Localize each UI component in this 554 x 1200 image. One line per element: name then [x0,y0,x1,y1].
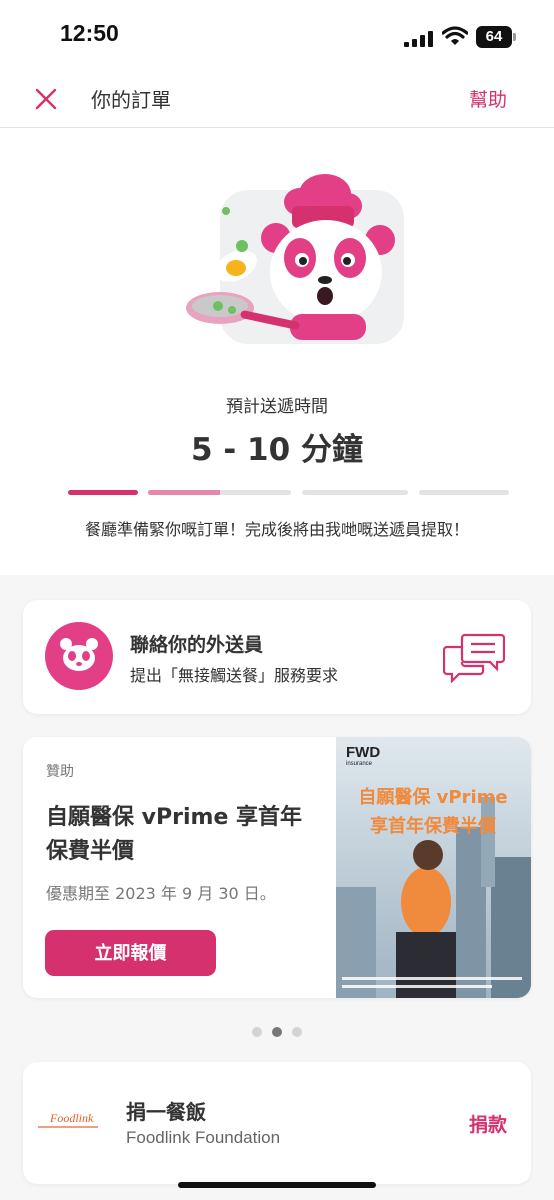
ad-image-headline-2: 享首年保費半價 [370,815,497,837]
panda-icon [60,638,98,671]
nav-bar: 你的訂單 幫助 [0,70,554,128]
progress-segment-1 [68,490,138,495]
sponsored-ad-card[interactable]: 贊助 自願醫保 vPrime 享首年保費半價 優惠期至 2023 年 9 月 3… [23,737,531,998]
ad-image[interactable]: FWD insurance 自願醫保 vPrime 享首年保費半價 [336,737,531,998]
carousel-dot-1[interactable] [252,1027,262,1037]
carousel-pagination [0,1022,554,1041]
carousel-dot-2[interactable] [272,1027,282,1037]
ad-image-headline-1: 自願醫保 vPrime [358,786,507,808]
fwd-logo-sub: insurance [346,761,373,767]
contact-subtitle: 提出「無接觸送餐」服務要求 [130,666,339,685]
progress-segment-2 [148,490,291,495]
contact-rider-card[interactable]: 聯絡你的外送員 提出「無接觸送餐」服務要求 [23,600,531,714]
chat-bubbles-icon [443,633,505,683]
ad-period: 優惠期至 2023 年 9 月 30 日。 [46,884,276,903]
eta-value: 5 - 10 分鐘 [191,432,363,468]
get-quote-button[interactable]: 立即報價 [45,930,216,976]
status-time: 12:50 [60,20,119,46]
contact-title: 聯絡你的外送員 [130,634,264,656]
carousel-dot-3[interactable] [292,1027,302,1037]
donation-card[interactable]: Foodlink 捐一餐飯 Foodlink Foundation 捐款 [23,1062,531,1184]
wifi-icon [442,26,468,45]
donation-title: 捐一餐飯 [126,1100,206,1124]
page-title: 你的訂單 [91,88,171,112]
progress-segment-3 [302,490,408,495]
eta-message: 餐廳準備緊你嘅訂單！完成後將由我哋嘅送遞員提取！ [84,520,469,539]
status-bar: 12:50 64 [0,0,554,70]
sponsored-tag: 贊助 [46,764,74,780]
donate-button[interactable]: 捐款 [469,1110,507,1137]
svg-text:Foodlink: Foodlink [49,1111,94,1125]
panda-chef-illustration [186,174,404,344]
home-indicator [178,1182,376,1188]
help-link[interactable]: 幫助 [469,85,507,112]
close-icon[interactable] [34,87,58,111]
fwd-logo: FWD [346,744,380,761]
cellular-signal-icon [404,31,433,47]
ad-title: 自願醫保 vPrime 享首年保費半價 [46,805,303,864]
progress-segment-4 [419,490,509,495]
battery-icon: 64 [476,26,516,48]
battery-level: 64 [476,26,512,48]
eta-label: 預計送遞時間 [226,397,328,417]
panda-avatar [45,622,113,690]
foodlink-logo: Foodlink [38,1111,98,1128]
donation-subtitle: Foodlink Foundation [126,1128,281,1147]
